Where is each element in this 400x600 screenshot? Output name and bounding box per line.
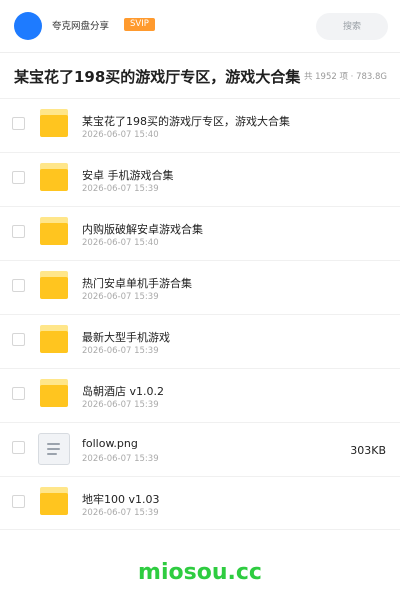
avatar[interactable] — [14, 12, 42, 40]
file-name[interactable]: 安卓 手机游戏合集 — [82, 167, 174, 183]
file-date: 2026-06-07 15:39 — [82, 292, 159, 302]
file-name[interactable]: 最新大型手机游戏 — [82, 329, 170, 345]
file-name[interactable]: 某宝花了198买的游戏厅专区，游戏大合集 — [82, 113, 290, 129]
folder-icon — [38, 217, 70, 247]
file-row[interactable]: 安卓 手机游戏合集 2026-06-07 15:39 — [0, 152, 400, 206]
watermark: miosou.cc — [138, 560, 262, 585]
folder-icon — [38, 109, 70, 139]
file-date: 2026-06-07 15:40 — [82, 238, 159, 248]
row-checkbox[interactable] — [12, 225, 25, 238]
file-row[interactable]: 地牢100 v1.03 2026-06-07 15:39 — [0, 476, 400, 530]
row-checkbox[interactable] — [12, 333, 25, 346]
file-row[interactable]: 某宝花了198买的游戏厅专区，游戏大合集 2026-06-07 15:40 — [0, 98, 400, 152]
file-name[interactable]: follow.png — [82, 437, 138, 450]
folder-icon — [38, 487, 70, 517]
folder-icon — [38, 379, 70, 409]
search-input[interactable] — [316, 13, 388, 40]
file-size: 303KB — [350, 444, 386, 457]
document-icon — [38, 433, 70, 465]
folder-icon — [38, 325, 70, 355]
file-row[interactable]: 最新大型手机游戏 2026-06-07 15:39 — [0, 314, 400, 368]
folder-icon — [38, 271, 70, 301]
file-row[interactable]: 热门安卓单机手游合集 2026-06-07 15:39 — [0, 260, 400, 314]
file-date: 2026-06-07 15:39 — [82, 454, 159, 464]
page-title: 某宝花了198买的游戏厅专区，游戏大合集 — [14, 68, 301, 86]
file-row[interactable]: 内购版破解安卓游戏合集 2026-06-07 15:40 — [0, 206, 400, 260]
title-row: 某宝花了198买的游戏厅专区，游戏大合集 共 1952 项 · 783.8G — [0, 53, 400, 98]
header: 夸克网盘分享 SVIP — [0, 0, 400, 52]
row-checkbox[interactable] — [12, 441, 25, 454]
row-checkbox[interactable] — [12, 171, 25, 184]
file-name[interactable]: 地牢100 v1.03 — [82, 491, 160, 507]
file-name[interactable]: 岛朝酒店 v1.0.2 — [82, 383, 164, 399]
brand-name: 夸克网盘分享 — [52, 21, 110, 32]
item-count-meta: 共 1952 项 · 783.8G — [303, 72, 387, 82]
file-name[interactable]: 内购版破解安卓游戏合集 — [82, 221, 203, 237]
file-row[interactable]: 岛朝酒店 v1.0.2 2026-06-07 15:39 — [0, 368, 400, 422]
svip-badge: SVIP — [124, 18, 155, 31]
folder-icon — [38, 163, 70, 193]
file-name[interactable]: 热门安卓单机手游合集 — [82, 275, 192, 291]
file-date: 2026-06-07 15:39 — [82, 400, 159, 410]
row-checkbox[interactable] — [12, 279, 25, 292]
file-date: 2026-06-07 15:39 — [82, 346, 159, 356]
file-list: 某宝花了198买的游戏厅专区，游戏大合集 2026-06-07 15:40 安卓… — [0, 98, 400, 530]
file-row[interactable]: follow.png 2026-06-07 15:39 303KB — [0, 422, 400, 476]
file-date: 2026-06-07 15:39 — [82, 508, 159, 518]
file-date: 2026-06-07 15:39 — [82, 184, 159, 194]
row-checkbox[interactable] — [12, 387, 25, 400]
row-checkbox[interactable] — [12, 495, 25, 508]
file-date: 2026-06-07 15:40 — [82, 130, 159, 140]
row-checkbox[interactable] — [12, 117, 25, 130]
